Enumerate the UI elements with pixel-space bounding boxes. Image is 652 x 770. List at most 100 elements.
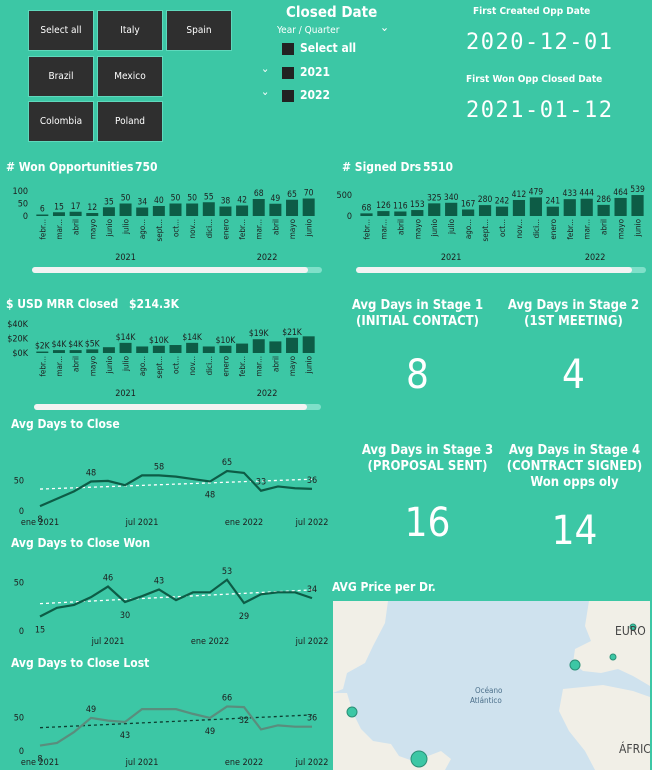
bar [269, 203, 282, 216]
x-tick-label: febr... [238, 219, 247, 240]
avg-close-chart: 50084858486533 36ene 2021 jul 2021 ene 2022… [14, 458, 329, 528]
stage-3-value: 16 [404, 500, 451, 546]
data-label: 17 [71, 202, 81, 212]
stage-2-title: Avg Days in Stage 2 (1ST MEETING) [507, 298, 640, 329]
scrollbar-thumb [356, 267, 632, 273]
bar [563, 199, 576, 216]
stage-3-title: Avg Days in Stage 3 (PROPOSAL SENT) [361, 443, 494, 474]
y-tick-label: 50 [18, 200, 28, 210]
bar [302, 336, 315, 353]
bar [377, 211, 390, 216]
usd-mrr-total: $214.3K [129, 297, 180, 311]
data-label: 68 [362, 203, 372, 213]
x-tick-label: enero [221, 218, 230, 239]
data-label: 539 [630, 185, 645, 195]
data-label: 12 [87, 203, 97, 213]
bar [202, 346, 215, 353]
bar [36, 351, 49, 353]
data-label: $2K [35, 342, 51, 352]
stage-4-title: Avg Days in Stage 4 (CONTRACT SIGNED) Won … [506, 443, 643, 490]
data-label: 46 [103, 574, 113, 584]
slicer-poland[interactable]: Poland [97, 101, 163, 142]
chevron-down-icon[interactable]: ⌄ [261, 62, 269, 75]
slicer-italy[interactable]: Italy [97, 10, 163, 51]
bar [219, 206, 232, 216]
x-tick-label: ene 2022 [191, 637, 229, 647]
data-label: 15 [54, 202, 64, 212]
series-line [39, 469, 313, 508]
x-tick-label: mayo [88, 218, 97, 239]
data-label: 50 [121, 194, 131, 204]
data-label: 340 [444, 193, 459, 203]
price-map[interactable]: EURO Océano Atlántico ÁFRIC [333, 601, 650, 770]
data-label: 49 [205, 727, 215, 737]
bar [236, 205, 249, 216]
x-tick-label: febr... [362, 219, 371, 240]
scrollbar-thumb [34, 404, 307, 410]
closed-date-title: Closed Date [286, 3, 378, 21]
y-tick-label: 0 [19, 747, 24, 757]
slicer-select-all[interactable]: Select all [28, 10, 94, 51]
checkbox-2021[interactable] [282, 67, 294, 79]
x-tick-label: jul 2021 [125, 518, 159, 528]
data-label: 40 [154, 196, 164, 206]
data-label: $5K [85, 339, 101, 349]
x-tick-label: nov... [515, 219, 524, 238]
option-select-all[interactable]: Select all [300, 41, 356, 55]
slicer-colombia[interactable]: Colombia [28, 101, 94, 142]
data-label: 53 [222, 567, 232, 577]
chevron-down-icon[interactable]: ⌄ [261, 85, 269, 98]
chevron-down-icon[interactable]: ⌄ [380, 20, 389, 34]
y-tick-label: $40K [7, 320, 28, 330]
bar [169, 345, 182, 353]
x-tick-label: mar... [255, 219, 264, 240]
data-label: $14K [116, 333, 137, 343]
option-2022[interactable]: 2022 [300, 88, 330, 102]
data-label: 464 [613, 188, 628, 198]
bar [36, 214, 49, 216]
map-point-italy[interactable] [609, 653, 617, 661]
map-point-spain[interactable] [569, 659, 581, 671]
slicer-mexico[interactable]: Mexico [97, 56, 163, 97]
x-tick-label: febr... [38, 219, 47, 240]
year-label: 2022 [585, 253, 606, 263]
y-tick-label: 50 [14, 579, 24, 589]
bar [119, 203, 132, 216]
slicer-spain[interactable]: Spain [166, 10, 232, 51]
first-created-value: 2020-12-01 [466, 30, 614, 55]
data-label: 241 [546, 197, 561, 207]
data-label: $4K [52, 340, 68, 350]
x-tick-label: oct... [172, 356, 181, 374]
avg-close-lost-chart: 50084943 496632 36ene 2021 jul 2021 ene 2022… [14, 693, 329, 768]
won-opps-chart: 100 50 0 6 febr... 15 mar... 17 abril 12 mayo 35 jun… [13, 187, 322, 273]
bar [428, 203, 441, 216]
checkbox-select-all[interactable] [282, 43, 294, 55]
data-label: $14K [182, 333, 203, 343]
bar [152, 345, 165, 353]
map-point-mexico[interactable] [346, 706, 358, 718]
bar [52, 350, 65, 353]
x-tick-label: febr... [38, 356, 47, 377]
bar [252, 339, 265, 353]
first-won-title: First Won Opp Closed Date [466, 74, 603, 85]
option-2021[interactable]: 2021 [300, 65, 330, 79]
data-label: 38 [221, 197, 231, 207]
x-tick-label: sept... [481, 219, 490, 241]
map-point-colombia[interactable] [410, 750, 428, 768]
avg-close-title: Avg Days to Close [11, 417, 120, 431]
avg-close-won-chart: 50 0 15 46 30 43 53 29 34 jul 2021 ene 2022 jul 202… [14, 567, 329, 647]
data-label: 412 [512, 190, 527, 200]
data-label: 70 [304, 189, 314, 199]
signed-drs-total: 5510 [423, 160, 454, 174]
bar [302, 198, 315, 216]
data-label: 479 [529, 187, 544, 197]
bar [102, 347, 115, 353]
map-label-ocean-1: Océano [475, 685, 503, 695]
x-tick-label: mayo [288, 355, 297, 376]
slicer-brazil[interactable]: Brazil [28, 56, 94, 97]
bar [69, 211, 82, 216]
bar [546, 206, 559, 216]
data-label: 29 [239, 612, 249, 622]
checkbox-2022[interactable] [282, 90, 294, 102]
data-label: 433 [562, 189, 577, 199]
